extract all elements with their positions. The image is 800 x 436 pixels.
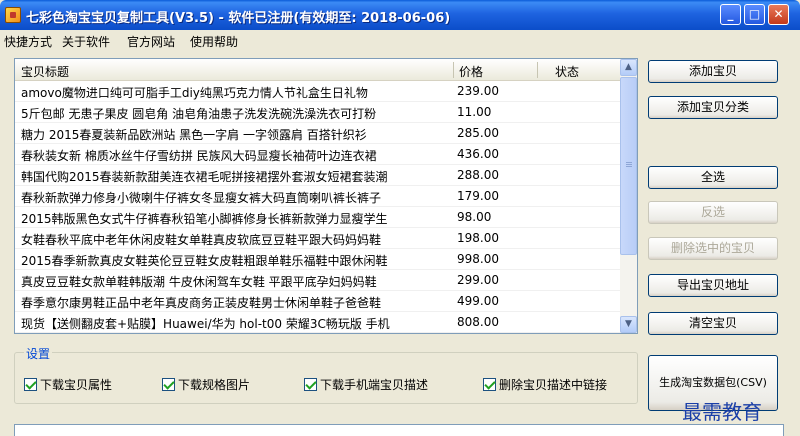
scroll-down-icon[interactable]: ▼ — [620, 316, 637, 333]
item-title-cell: 春秋新款弹力修身小微喇牛仔裤女冬显瘦女裤大码直筒喇叭裤长裤子 — [21, 191, 382, 205]
menu-bar: 快捷方式 关于软件 官方网站 使用帮助 — [0, 30, 800, 52]
column-header-title[interactable]: 宝贝标题 — [21, 63, 69, 80]
grip-line — [626, 164, 632, 165]
option-label: 下载宝贝属性 — [40, 378, 113, 392]
item-price-cell: 288.00 — [457, 168, 499, 182]
app-icon — [5, 7, 21, 23]
grip-line — [626, 162, 632, 163]
option-label: 下载手机端宝贝描述 — [320, 378, 429, 392]
table-body: amovo魔物进口纯可可脂手工diy纯黑巧克力情人节礼盒生日礼物 239.00 5斤… — [15, 81, 621, 333]
item-price-cell: 198.00 — [457, 231, 499, 245]
option-remove-desc-links[interactable]: 删除宝贝描述中链接 — [483, 376, 607, 393]
table-header: 宝贝标题 价格 状态 — [15, 59, 621, 81]
item-title-cell: 2015春季新款真皮女鞋英伦豆豆鞋女皮鞋粗跟单鞋乐福鞋中跟休闲鞋 — [21, 254, 388, 268]
item-price-cell: 11.00 — [457, 105, 492, 119]
maximize-button[interactable]: □ — [744, 4, 765, 25]
menu-website[interactable]: 官方网站 — [127, 33, 175, 50]
settings-label: 设置 — [24, 345, 53, 362]
table-row[interactable]: 春秋新款弹力修身小微喇牛仔裤女冬显瘦女裤大码直筒喇叭裤长裤子 179.00 — [15, 186, 621, 207]
table-row[interactable]: 女鞋春秋平底中老年休闲皮鞋女单鞋真皮软底豆豆鞋平跟大码妈妈鞋 198.00 — [15, 228, 621, 249]
vertical-scrollbar[interactable]: ▲ ▼ — [620, 59, 637, 333]
window-title: 七彩色淘宝宝贝复制工具(V3.5) - 软件已注册(有效期至: 2018-06-… — [26, 11, 451, 26]
items-table[interactable]: 宝贝标题 价格 状态 amovo魔物进口纯可可脂手工diy纯黑巧克力情人节礼盒生… — [14, 58, 638, 334]
item-title-cell: 女鞋春秋平底中老年休闲皮鞋女单鞋真皮软底豆豆鞋平跟大码妈妈鞋 — [21, 233, 382, 247]
table-row[interactable]: 5斤包邮 无患子果皮 圆皂角 油皂角油患子洗发洗碗洗澡洗衣可打粉 11.00 — [15, 102, 621, 123]
invert-selection-button[interactable]: 反选 — [648, 201, 778, 224]
log-box[interactable] — [14, 424, 784, 436]
scroll-thumb[interactable] — [620, 77, 637, 255]
delete-selected-button[interactable]: 删除选中的宝贝 — [648, 237, 778, 260]
item-title-cell: 糖力 2015春夏装新品欧洲站 黑色一字肩 一字领露肩 百搭针织衫 — [21, 128, 367, 142]
table-row[interactable]: 春季意尔康男鞋正品中老年真皮商务正装皮鞋男士休闲单鞋子爸爸鞋 499.00 — [15, 291, 621, 312]
option-download-sku-images[interactable]: 下载规格图片 — [162, 376, 250, 393]
add-category-button[interactable]: 添加宝贝分类 — [648, 96, 778, 119]
table-row[interactable]: 韩国代购2015春装新款甜美连衣裙毛呢拼接裙摆外套淑女短裙套装潮 288.00 — [15, 165, 621, 186]
menu-about[interactable]: 关于软件 — [62, 33, 110, 50]
item-title-cell: 韩国代购2015春装新款甜美连衣裙毛呢拼接裙摆外套淑女短裙套装潮 — [21, 170, 388, 184]
grip-line — [626, 166, 632, 167]
checkbox-checked-icon[interactable] — [162, 378, 175, 391]
checkbox-checked-icon[interactable] — [24, 378, 37, 391]
clear-items-button[interactable]: 清空宝贝 — [648, 312, 778, 335]
item-price-cell: 998.00 — [457, 252, 499, 266]
item-title-cell: amovo魔物进口纯可可脂手工diy纯黑巧克力情人节礼盒生日礼物 — [21, 86, 368, 100]
item-title-cell: 春季意尔康男鞋正品中老年真皮商务正装皮鞋男士休闲单鞋子爸爸鞋 — [21, 296, 382, 310]
item-price-cell: 98.00 — [457, 210, 492, 224]
item-price-cell: 299.00 — [457, 273, 499, 287]
item-price-cell: 179.00 — [457, 189, 499, 203]
item-title-cell: 春秋装女新 棉质冰丝牛仔雪纺拼 民族风大码显瘦长袖荷叶边连衣裙 — [21, 149, 377, 163]
table-row[interactable]: 真皮豆豆鞋女款单鞋韩版潮 牛皮休闲驾车女鞋 平跟平底孕妇妈妈鞋 299.00 — [15, 270, 621, 291]
add-item-button[interactable]: 添加宝贝 — [648, 60, 778, 83]
table-row[interactable]: 春秋装女新 棉质冰丝牛仔雪纺拼 民族风大码显瘦长袖荷叶边连衣裙 436.00 — [15, 144, 621, 165]
item-price-cell: 499.00 — [457, 294, 499, 308]
title-bar: 七彩色淘宝宝贝复制工具(V3.5) - 软件已注册(有效期至: 2018-06-… — [0, 0, 800, 30]
close-button[interactable]: ✕ — [768, 4, 789, 25]
table-row[interactable]: amovo魔物进口纯可可脂手工diy纯黑巧克力情人节礼盒生日礼物 239.00 — [15, 81, 621, 102]
table-row[interactable]: 2015春季新款真皮女鞋英伦豆豆鞋女皮鞋粗跟单鞋乐福鞋中跟休闲鞋 998.00 — [15, 249, 621, 270]
watermark-text: 最需教育 — [682, 400, 762, 424]
checkbox-checked-icon[interactable] — [304, 378, 317, 391]
option-label: 删除宝贝描述中链接 — [499, 378, 608, 392]
export-urls-button[interactable]: 导出宝贝地址 — [648, 274, 778, 297]
option-download-attributes[interactable]: 下载宝贝属性 — [24, 376, 112, 393]
column-header-price[interactable]: 价格 — [459, 63, 483, 80]
minimize-button[interactable]: _ — [720, 4, 741, 25]
item-title-cell: 真皮豆豆鞋女款单鞋韩版潮 牛皮休闲驾车女鞋 平跟平底孕妇妈妈鞋 — [21, 275, 377, 289]
item-price-cell: 239.00 — [457, 84, 499, 98]
menu-help[interactable]: 使用帮助 — [190, 33, 238, 50]
checkbox-checked-icon[interactable] — [483, 378, 496, 391]
column-divider[interactable] — [537, 62, 538, 78]
select-all-button[interactable]: 全选 — [648, 166, 778, 189]
option-download-mobile-desc[interactable]: 下载手机端宝贝描述 — [304, 376, 428, 393]
option-label: 下载规格图片 — [178, 378, 251, 392]
item-price-cell: 285.00 — [457, 126, 499, 140]
item-price-cell: 436.00 — [457, 147, 499, 161]
table-row[interactable]: 现货【送侧翻皮套+贴膜】Huawei/华为 hol-t00 荣耀3C畅玩版 手机… — [15, 312, 621, 333]
item-title-cell: 2015韩版黑色女式牛仔裤春秋铅笔小脚裤修身长裤新款弹力显瘦学生 — [21, 212, 388, 226]
item-title-cell: 现货【送侧翻皮套+贴膜】Huawei/华为 hol-t00 荣耀3C畅玩版 手机 — [21, 317, 390, 331]
menu-shortcuts[interactable]: 快捷方式 — [4, 33, 52, 50]
table-row[interactable]: 糖力 2015春夏装新品欧洲站 黑色一字肩 一字领露肩 百搭针织衫 285.00 — [15, 123, 621, 144]
item-title-cell: 5斤包邮 无患子果皮 圆皂角 油皂角油患子洗发洗碗洗澡洗衣可打粉 — [21, 107, 377, 121]
table-row[interactable]: 2015韩版黑色女式牛仔裤春秋铅笔小脚裤修身长裤新款弹力显瘦学生 98.00 — [15, 207, 621, 228]
item-price-cell: 808.00 — [457, 315, 499, 329]
scroll-up-icon[interactable]: ▲ — [620, 59, 637, 76]
column-header-status[interactable]: 状态 — [555, 63, 579, 80]
column-divider[interactable] — [453, 62, 454, 78]
